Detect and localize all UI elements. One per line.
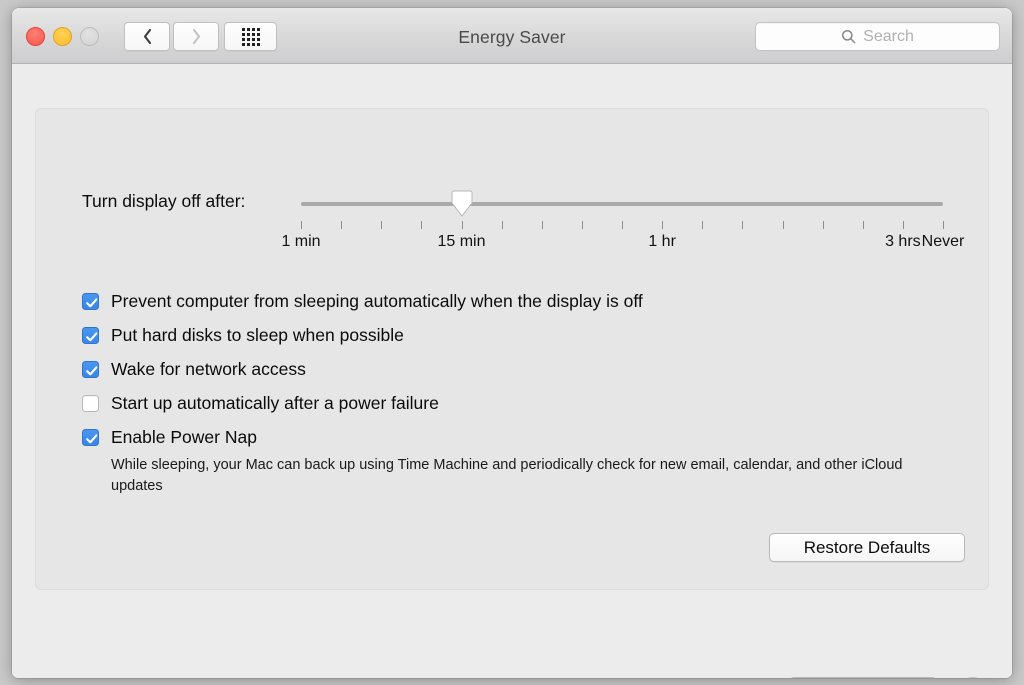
search-field[interactable]: Search [755, 22, 1000, 51]
slider-thumb[interactable] [451, 190, 473, 218]
checkbox-wake-network[interactable] [82, 361, 99, 378]
slider-tick-label: 3 hrs [885, 233, 921, 250]
slider-tick-label: 1 min [281, 233, 321, 250]
display-sleep-label: Turn display off after: [82, 191, 246, 211]
slider-tick [702, 221, 704, 229]
slider-tick [943, 221, 944, 229]
checkbox-label-hard-disk-sleep: Put hard disks to sleep when possible [111, 325, 404, 345]
schedule-button[interactable]: Schedule… [789, 677, 937, 678]
options-checklist: Prevent computer from sleeping automatic… [82, 289, 962, 497]
settings-panel: Turn display off after: 1 min 15 min 1 hr 3… [35, 108, 989, 590]
slider-tick [782, 221, 784, 229]
slider-tick [381, 221, 383, 229]
checkmark-icon [85, 297, 97, 307]
checkbox-row-hard-disk-sleep[interactable]: Put hard disks to sleep when possible [82, 323, 962, 357]
checkbox-label-wake-network: Wake for network access [111, 359, 306, 379]
slider-thumb-icon [451, 190, 472, 217]
checkbox-description-power-nap: While sleeping, your Mac can back up usi… [111, 457, 903, 494]
checkbox-label-start-up-after-failure: Start up automatically after a power fai… [111, 393, 439, 413]
energy-saver-window: Energy Saver Search Turn display off aft… [12, 8, 1012, 678]
slider-tick-label: Never [921, 233, 965, 250]
checkbox-hard-disk-sleep[interactable] [82, 327, 99, 344]
slider-ticks [301, 221, 944, 229]
content-area: Turn display off after: 1 min 15 min 1 hr 3… [12, 64, 1012, 678]
slider-tick [662, 221, 664, 229]
slider-tick [461, 221, 463, 229]
slider-tick [421, 221, 423, 229]
checkbox-power-nap[interactable] [82, 429, 99, 446]
checkbox-row-prevent-sleep[interactable]: Prevent computer from sleeping automatic… [82, 289, 962, 323]
checkbox-label-power-nap: Enable Power Nap [111, 427, 257, 447]
slider-tick [862, 221, 864, 229]
checkbox-start-up-after-failure[interactable] [82, 395, 99, 412]
checkbox-row-wake-network[interactable]: Wake for network access [82, 357, 962, 391]
slider-tick [581, 221, 583, 229]
checkmark-icon [85, 365, 97, 375]
help-button[interactable]: ? [958, 677, 988, 678]
checkmark-icon [85, 433, 97, 443]
title-bar: Energy Saver Search [12, 8, 1012, 64]
search-icon [842, 29, 856, 44]
checkbox-row-power-nap[interactable]: Enable Power Nap [82, 425, 962, 459]
slider-tick [501, 221, 503, 229]
slider-tick-label: 15 min [437, 233, 486, 250]
display-sleep-slider[interactable] [301, 190, 943, 217]
slider-tick-label: 1 hr [648, 233, 676, 250]
search-placeholder: Search [863, 27, 914, 45]
slider-tick [822, 221, 824, 229]
slider-tick [902, 221, 904, 229]
restore-defaults-button[interactable]: Restore Defaults [769, 533, 965, 562]
checkbox-prevent-sleep[interactable] [82, 293, 99, 310]
slider-tick [541, 221, 543, 229]
slider-tick [341, 221, 343, 229]
slider-tick-labels: 1 min 15 min 1 hr 3 hrs Never [281, 233, 964, 253]
checkbox-label-prevent-sleep: Prevent computer from sleeping automatic… [111, 291, 643, 311]
checkmark-icon [85, 331, 97, 341]
slider-track [301, 202, 943, 206]
slider-tick [742, 221, 744, 229]
slider-tick [301, 221, 302, 229]
slider-tick [622, 221, 623, 229]
checkbox-row-start-up-after-failure[interactable]: Start up automatically after a power fai… [82, 391, 962, 425]
